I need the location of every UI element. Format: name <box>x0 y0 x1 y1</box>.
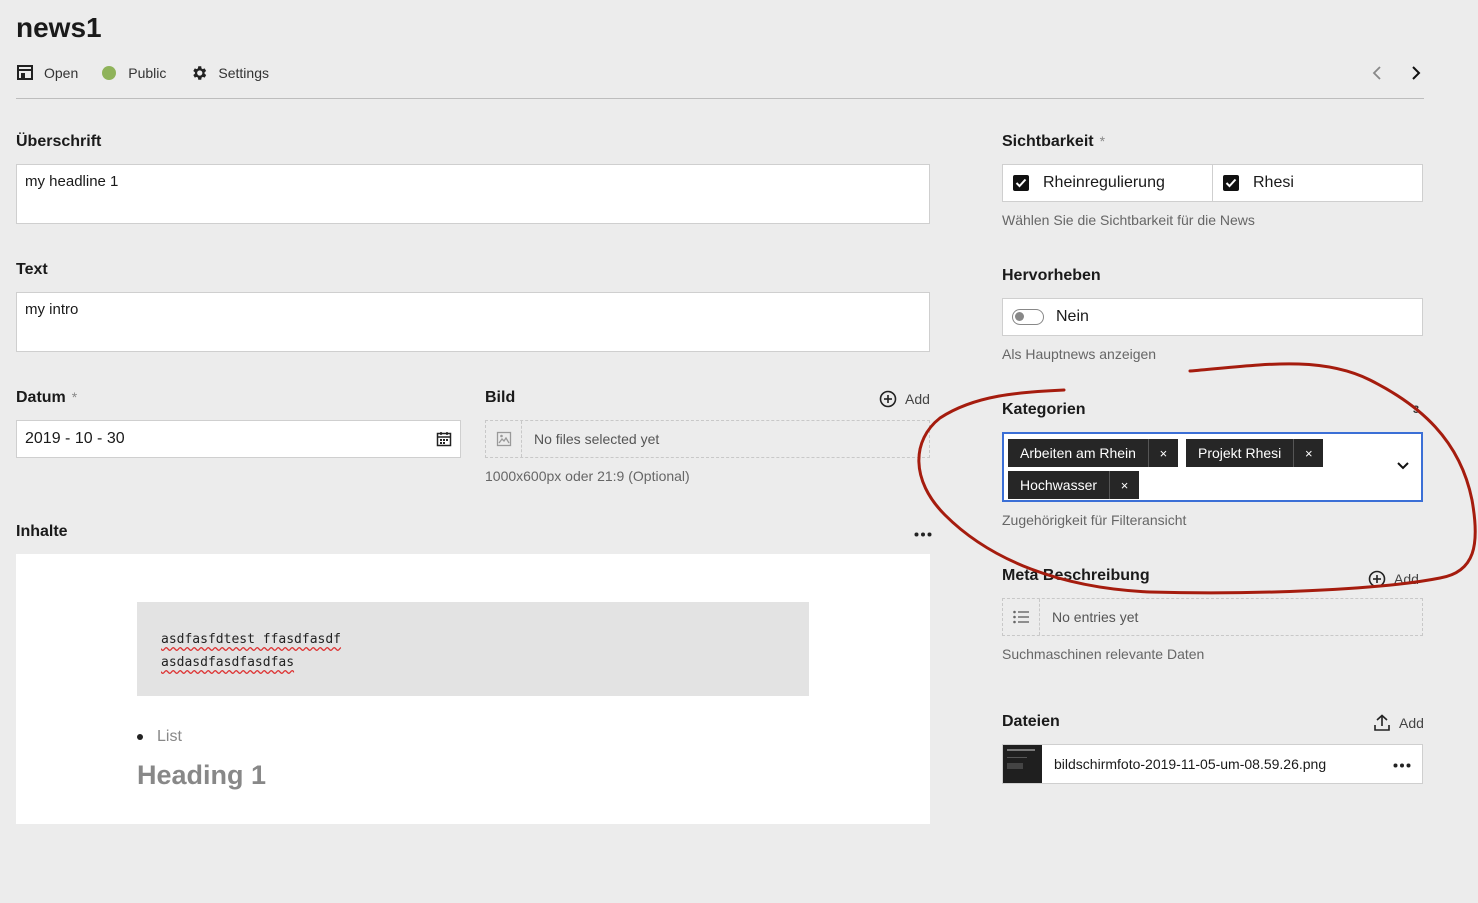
text-input[interactable]: my intro <box>16 292 930 352</box>
list-item[interactable]: List <box>137 728 182 746</box>
checkbox-label: Rhesi <box>1253 174 1294 191</box>
bild-thumb-placeholder <box>486 421 522 457</box>
toggle-icon <box>1012 309 1044 325</box>
dateien-file-item[interactable]: bildschirmfoto-2019-11-05-um-08.59.26.pn… <box>1002 744 1423 784</box>
checkbox-rhesi[interactable]: Rhesi <box>1213 165 1422 201</box>
datum-input[interactable]: 2019 - 10 - 30 <box>16 420 461 458</box>
sichtbarkeit-label: Sichtbarkeit * <box>1002 133 1105 151</box>
close-icon[interactable]: × <box>1293 439 1323 467</box>
file-name: bildschirmfoto-2019-11-05-um-08.59.26.pn… <box>1054 756 1327 772</box>
datum-required-marker: * <box>71 389 78 405</box>
image-icon <box>496 431 511 447</box>
tag-label: Projekt Rhesi <box>1198 445 1282 461</box>
inhalte-label: Inhalte <box>16 523 68 540</box>
meta-add-button[interactable]: Add <box>1368 570 1419 588</box>
toolbar: Open Public Settings <box>16 62 293 84</box>
more-icon <box>914 532 932 536</box>
hervorheben-toggle[interactable]: Nein <box>1002 298 1423 336</box>
list-item-text: List <box>157 728 182 745</box>
ueberschrift-value: my headline 1 <box>25 173 119 190</box>
checkbox-label: Rheinregulierung <box>1043 174 1165 191</box>
kategorien-help: Zugehörigkeit für Filteransicht <box>1002 512 1187 528</box>
kategorien-select[interactable]: Arbeiten am Rhein × Projekt Rhesi × Hoch… <box>1002 432 1423 502</box>
gear-icon <box>193 66 207 80</box>
kategorien-count: 3 <box>1413 404 1420 416</box>
tag-arbeiten-am-rhein: Arbeiten am Rhein × <box>1008 439 1178 467</box>
code-line: asdfasfdtest ffasdfasdf <box>161 632 342 647</box>
tag-label: Hochwasser <box>1020 477 1098 493</box>
text-label: Text <box>16 261 48 278</box>
plus-circle-icon <box>879 390 897 408</box>
bild-add-button[interactable]: Add <box>879 390 930 408</box>
toggle-label: Nein <box>1056 308 1089 325</box>
status-dot-icon <box>102 66 117 80</box>
dateien-label: Dateien <box>1002 713 1060 730</box>
close-icon[interactable]: × <box>1147 439 1178 467</box>
file-thumbnail <box>1003 745 1042 783</box>
sichtbarkeit-help: Wählen Sie die Sichtbarkeit für die News <box>1002 212 1255 228</box>
settings-label: Settings <box>218 65 269 81</box>
more-icon <box>1393 763 1411 767</box>
datum-label: Datum * <box>16 389 77 407</box>
next-button[interactable] <box>1405 62 1427 84</box>
meta-help: Suchmaschinen relevante Daten <box>1002 646 1205 662</box>
chevron-down-icon[interactable] <box>1397 462 1409 470</box>
settings-button[interactable]: Settings <box>190 64 269 82</box>
sichtbarkeit-required-marker: * <box>1099 133 1106 149</box>
bild-label: Bild <box>485 389 516 406</box>
chevron-right-icon <box>1412 66 1421 80</box>
open-icon <box>17 65 33 80</box>
list-icon <box>1013 610 1029 624</box>
public-status[interactable]: Public <box>102 65 166 81</box>
meta-add-label: Add <box>1394 571 1419 587</box>
checkmark-icon <box>1223 175 1239 191</box>
sichtbarkeit-label-text: Sichtbarkeit <box>1002 133 1094 150</box>
plus-circle-icon <box>1368 570 1386 588</box>
datum-value: 2019 - 10 - 30 <box>25 430 125 447</box>
header-divider <box>16 98 1424 99</box>
upload-icon <box>1374 714 1390 731</box>
file-more-button[interactable] <box>1392 755 1412 775</box>
hervorheben-help: Als Hauptnews anzeigen <box>1002 346 1157 362</box>
open-button[interactable]: Open <box>16 64 78 82</box>
bild-empty-text: No files selected yet <box>534 431 660 447</box>
ueberschrift-label: Überschrift <box>16 133 102 150</box>
public-label: Public <box>128 65 167 81</box>
kategorien-label: Kategorien <box>1002 401 1086 418</box>
text-value: my intro <box>25 301 79 318</box>
inhalte-editor[interactable]: asdfasfdtest ffasdfasdf asdasdfasdfasdfa… <box>16 554 930 824</box>
meta-empty-text: No entries yet <box>1052 609 1139 625</box>
hervorheben-label: Hervorheben <box>1002 267 1101 284</box>
checkmark-icon <box>1013 175 1029 191</box>
page-title: news1 <box>16 12 102 43</box>
sichtbarkeit-checkboxes: Rheinregulierung Rhesi <box>1002 164 1423 202</box>
dateien-add-label: Add <box>1399 715 1424 731</box>
datum-label-text: Datum <box>16 389 66 406</box>
bild-add-label: Add <box>905 391 930 407</box>
code-block[interactable]: asdfasfdtest ffasdfasdf asdasdfasdfasdfa… <box>137 602 809 696</box>
bild-dropzone[interactable]: No files selected yet <box>485 420 930 458</box>
tag-projekt-rhesi: Projekt Rhesi × <box>1186 439 1324 467</box>
bullet-icon <box>137 734 143 740</box>
calendar-icon[interactable] <box>436 431 452 447</box>
inhalte-more-button[interactable] <box>912 524 934 544</box>
dateien-add-button[interactable]: Add <box>1373 714 1424 732</box>
ueberschrift-input[interactable]: my headline 1 <box>16 164 930 224</box>
meta-label: Meta Beschreibung <box>1002 567 1150 584</box>
chevron-left-icon <box>1372 66 1381 80</box>
open-label: Open <box>44 65 79 81</box>
previous-button[interactable] <box>1366 62 1388 84</box>
content-heading[interactable]: Heading 1 <box>137 760 266 791</box>
tag-hochwasser: Hochwasser × <box>1008 471 1140 499</box>
close-icon[interactable]: × <box>1109 471 1139 499</box>
code-line: asdasdfasdfasdfas <box>161 655 295 670</box>
bild-help: 1000x600px oder 21:9 (Optional) <box>485 468 690 484</box>
meta-list-icon-box <box>1003 599 1040 635</box>
checkbox-rheinregulierung[interactable]: Rheinregulierung <box>1003 165 1213 201</box>
tag-label: Arbeiten am Rhein <box>1020 445 1136 461</box>
meta-list[interactable]: No entries yet <box>1002 598 1423 636</box>
